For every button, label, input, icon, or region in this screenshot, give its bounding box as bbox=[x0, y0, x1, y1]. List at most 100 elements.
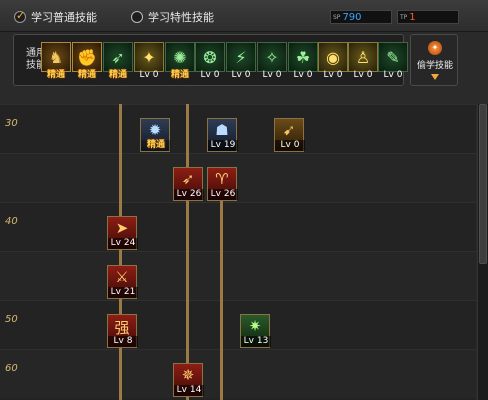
tp-value: 1 bbox=[409, 11, 416, 23]
skill-glyph-icon: ✧ bbox=[265, 47, 279, 67]
level-label: 40 bbox=[5, 216, 18, 227]
learn-general-skills-label: 学习普通技能 bbox=[31, 11, 97, 24]
skill-icon[interactable]: ✵ Lv 14 bbox=[173, 363, 204, 397]
radio-checked-icon[interactable] bbox=[14, 9, 26, 23]
skill-node[interactable]: ✵ Lv 14 bbox=[173, 363, 204, 397]
skill-glyph-icon: ♞ bbox=[48, 47, 64, 67]
skill-level-label: 精通 bbox=[46, 70, 65, 80]
sp-tag: SP bbox=[333, 13, 341, 21]
skill-glyph-icon: ➹ bbox=[282, 121, 296, 139]
skill-glyph-icon: ✹ bbox=[148, 121, 162, 139]
skill-glyph-icon: ✦ bbox=[142, 47, 156, 67]
skill-icon[interactable]: ♙ bbox=[348, 42, 378, 72]
skill-icon[interactable]: ✊ bbox=[72, 42, 102, 72]
skill-glyph-icon: ◉ bbox=[326, 47, 340, 67]
skill-slot[interactable]: ✎ Lv 0 bbox=[378, 42, 408, 80]
skill-glyph-icon: ☗ bbox=[215, 121, 229, 139]
skill-node[interactable]: ➤ Lv 24 bbox=[107, 216, 138, 250]
skill-node[interactable]: ➶ Lv 26 bbox=[173, 167, 204, 201]
skill-icon[interactable]: ✺ bbox=[165, 42, 195, 72]
skill-icon[interactable]: ➤ Lv 24 bbox=[107, 216, 138, 250]
skill-level-label: 精通 bbox=[141, 140, 171, 151]
skill-slot[interactable]: ♙ Lv 0 bbox=[348, 42, 378, 80]
radio-unchecked-icon[interactable] bbox=[131, 11, 143, 23]
skill-slot[interactable]: ✺ 精通 bbox=[165, 42, 195, 80]
sp-value: 790 bbox=[342, 11, 362, 23]
dropdown-arrow-icon[interactable] bbox=[431, 74, 439, 80]
skill-icon[interactable]: ⚡ bbox=[226, 42, 256, 72]
skill-level-label: 精通 bbox=[77, 70, 96, 80]
skill-level-label: Lv 26 bbox=[208, 189, 238, 200]
learn-general-skills-tab[interactable]: 学习普通技能 bbox=[14, 9, 97, 25]
skill-node[interactable]: ⚔ Lv 21 bbox=[107, 265, 138, 299]
header-bar: 学习普通技能 学习特性技能 SP 790 TP 1 bbox=[0, 0, 488, 32]
skill-level-label: Lv 0 bbox=[275, 140, 305, 151]
level-row: 40 bbox=[0, 202, 476, 251]
skill-slot[interactable]: ❂ Lv 0 bbox=[195, 42, 225, 80]
skill-node[interactable]: ☗ Lv 19 bbox=[207, 118, 238, 152]
skill-slot[interactable]: ⚡ Lv 0 bbox=[226, 42, 256, 80]
skill-slot[interactable]: ♞ 精通 bbox=[41, 42, 71, 80]
skill-glyph-icon: 强 bbox=[114, 319, 130, 337]
skill-glyph-icon: ⚡ bbox=[235, 47, 247, 67]
skill-icon[interactable]: ❂ bbox=[195, 42, 225, 72]
skill-node[interactable]: ➹ Lv 0 bbox=[274, 118, 305, 152]
skill-glyph-icon: ✵ bbox=[181, 366, 195, 384]
skill-connector-line bbox=[186, 104, 189, 400]
skill-level-label: Lv 0 bbox=[231, 70, 251, 80]
skill-icon[interactable]: ✹ 精通 bbox=[140, 118, 171, 152]
skill-node[interactable]: ✷ Lv 13 bbox=[240, 314, 271, 348]
skill-connector-line bbox=[119, 104, 122, 400]
skill-icon[interactable]: ☘ bbox=[288, 42, 318, 72]
tp-counter: TP 1 bbox=[397, 10, 459, 24]
scrollbar[interactable] bbox=[477, 104, 488, 400]
skill-icon[interactable]: ➹ Lv 0 bbox=[274, 118, 305, 152]
skill-slot[interactable]: ✧ Lv 0 bbox=[257, 42, 287, 80]
level-row bbox=[0, 153, 476, 202]
skill-level-label: 精通 bbox=[108, 70, 127, 80]
skill-icon[interactable]: ✷ Lv 13 bbox=[240, 314, 271, 348]
skill-icon[interactable]: ☗ Lv 19 bbox=[207, 118, 238, 152]
skill-level-label: Lv 26 bbox=[174, 189, 204, 200]
learn-special-skills-tab[interactable]: 学习特性技能 bbox=[131, 9, 214, 25]
skill-icon[interactable]: 强 Lv 8 bbox=[107, 314, 138, 348]
skill-node[interactable]: ✹ 精通 bbox=[140, 118, 171, 152]
skill-icon[interactable]: ⚔ Lv 21 bbox=[107, 265, 138, 299]
skill-slot[interactable]: ✊ 精通 bbox=[72, 42, 102, 80]
skill-level-label: Lv 0 bbox=[323, 70, 343, 80]
skill-glyph-icon: ✎ bbox=[386, 47, 400, 67]
skill-icon[interactable]: ✧ bbox=[257, 42, 287, 72]
skill-level-label: Lv 0 bbox=[200, 70, 220, 80]
tp-tag: TP bbox=[400, 13, 408, 21]
common-skills-panel: 通用技能 ♞ 精通 ✊ 精通 ➶ 精通 ✦ Lv 0 ✺ 精通 ❂ Lv 0 ⚡ Lv 0 ✧ Lv 0 ☘ Lv… bbox=[13, 34, 408, 86]
skill-level-label: Lv 0 bbox=[293, 70, 313, 80]
skill-slot[interactable]: ☘ Lv 0 bbox=[288, 42, 318, 80]
level-row: 30 bbox=[0, 104, 476, 153]
skill-icon[interactable]: ♈ Lv 26 bbox=[207, 167, 238, 201]
level-label: 30 bbox=[5, 118, 18, 129]
steal-skill-icon: ✦ bbox=[428, 41, 442, 55]
skill-slot[interactable]: ✦ Lv 0 bbox=[134, 42, 164, 80]
skill-glyph-icon: ⚔ bbox=[115, 268, 129, 286]
skill-level-label: Lv 24 bbox=[108, 238, 138, 249]
skill-node[interactable]: ♈ Lv 26 bbox=[207, 167, 238, 201]
skill-slot[interactable]: ◉ Lv 0 bbox=[318, 42, 348, 80]
steal-skill-button[interactable]: ✦ 偷学技能 bbox=[410, 34, 458, 86]
skill-glyph-icon: ➤ bbox=[115, 219, 129, 237]
skill-icon[interactable]: ➶ bbox=[103, 42, 133, 72]
scrollbar-thumb[interactable] bbox=[479, 104, 487, 264]
skill-icon[interactable]: ♞ bbox=[41, 42, 71, 72]
skill-icon[interactable]: ➶ Lv 26 bbox=[173, 167, 204, 201]
level-label: 60 bbox=[5, 363, 18, 374]
skill-node[interactable]: 强 Lv 8 bbox=[107, 314, 138, 348]
skill-icon[interactable]: ✎ bbox=[378, 42, 408, 72]
skill-level-label: 精通 bbox=[170, 70, 189, 80]
skill-glyph-icon: ✺ bbox=[173, 47, 187, 67]
skill-slot[interactable]: ➶ 精通 bbox=[103, 42, 133, 80]
skill-glyph-icon: ❂ bbox=[203, 47, 217, 67]
skill-level-label: Lv 0 bbox=[383, 70, 403, 80]
skill-glyph-icon: ☘ bbox=[295, 47, 311, 67]
skill-icon[interactable]: ◉ bbox=[318, 42, 348, 72]
level-row bbox=[0, 251, 476, 300]
skill-icon[interactable]: ✦ bbox=[134, 42, 164, 72]
